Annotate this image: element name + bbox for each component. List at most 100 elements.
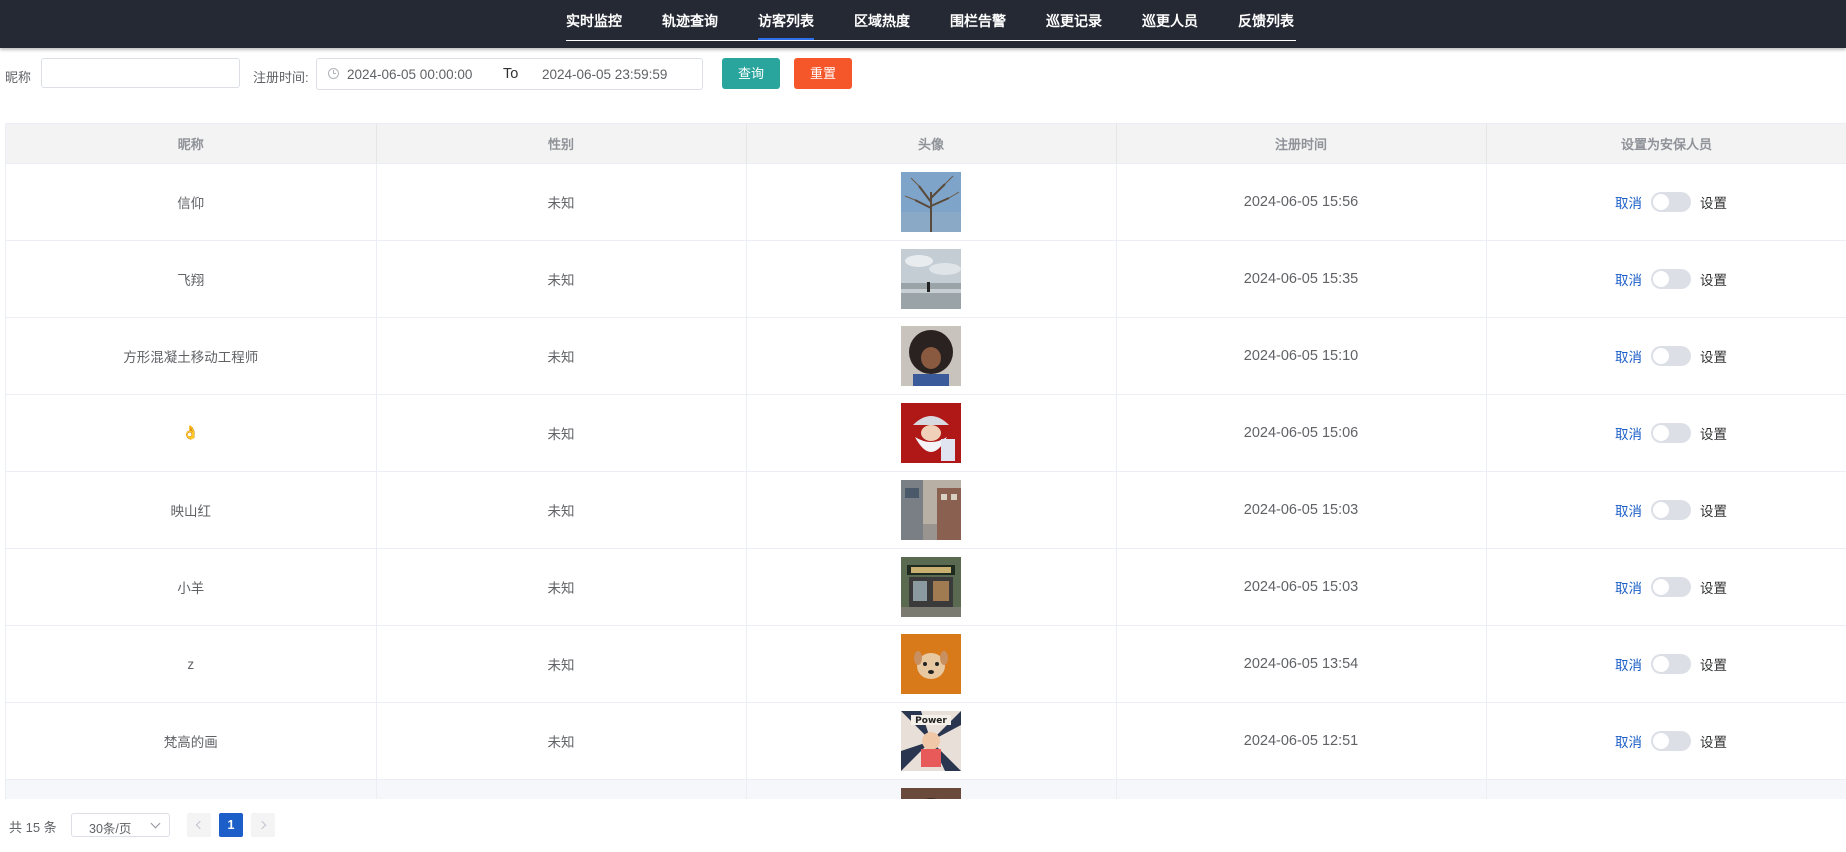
- cell-avatar: [746, 779, 1117, 799]
- set-security-link[interactable]: 设置: [1700, 654, 1727, 674]
- security-toggle-switch[interactable]: [1651, 346, 1691, 366]
- avatar: [901, 557, 961, 617]
- cell-security-actions: [1486, 779, 1846, 799]
- cancel-security-link[interactable]: 取消: [1615, 192, 1642, 212]
- avatar: [901, 634, 961, 694]
- page-number-current[interactable]: 1: [219, 813, 243, 837]
- security-toggle-switch[interactable]: [1651, 192, 1691, 212]
- prev-page-button[interactable]: [187, 813, 211, 837]
- next-page-button[interactable]: [251, 813, 275, 837]
- cell-avatar: [746, 240, 1117, 318]
- security-toggle-switch[interactable]: [1651, 269, 1691, 289]
- cell-gender: 未知: [376, 163, 747, 241]
- range-start[interactable]: 2024-06-05 00:00:00: [347, 67, 472, 82]
- cancel-security-link[interactable]: 取消: [1615, 731, 1642, 751]
- set-security-link[interactable]: 设置: [1700, 346, 1727, 366]
- avatar: Power: [901, 711, 961, 771]
- chevron-right-icon: [257, 820, 267, 830]
- cell-security-actions: 取消 设置: [1486, 394, 1846, 472]
- nav-item-patrol-records[interactable]: 巡更记录: [1046, 11, 1102, 35]
- cell-avatar: [746, 471, 1117, 549]
- security-toggle-switch[interactable]: [1651, 423, 1691, 443]
- table-header-row: 昵称 性别 头像 注册时间 设置为安保人员: [6, 123, 1846, 164]
- nav-item-visitor-list[interactable]: 访客列表: [758, 11, 814, 40]
- table-body: 信仰 未知 2024-06-05 15:56 取消 设置 飞翔 未知 2024-06-05 1…: [6, 163, 1846, 799]
- cancel-security-link[interactable]: 取消: [1615, 423, 1642, 443]
- top-nav-bar: 实时监控 轨迹查询 访客列表 区域热度 围栏告警 巡更记录 巡更人员 反馈列表: [0, 0, 1846, 48]
- cell-gender: [376, 779, 747, 799]
- cancel-security-link[interactable]: 取消: [1615, 269, 1642, 289]
- cell-security-actions: 取消 设置: [1486, 240, 1846, 318]
- column-header-avatar: 头像: [746, 123, 1117, 164]
- total-count: 共 15 条: [9, 820, 57, 835]
- set-security-link[interactable]: 设置: [1700, 731, 1727, 751]
- cell-register-time: 2024-06-05 13:54: [1116, 625, 1487, 703]
- cell-register-time: 2024-06-05 15:35: [1116, 240, 1487, 318]
- cell-register-time: 2024-06-05 15:03: [1116, 548, 1487, 626]
- cell-gender: 未知: [376, 471, 747, 549]
- cancel-security-link[interactable]: 取消: [1615, 577, 1642, 597]
- column-header-gender: 性别: [376, 123, 747, 164]
- cell-nickname: 方形混凝土移动工程师: [6, 317, 377, 395]
- column-header-nickname: 昵称: [6, 123, 377, 164]
- cell-avatar: [746, 548, 1117, 626]
- cell-nickname: [6, 779, 377, 799]
- nav-item-realtime-monitor[interactable]: 实时监控: [566, 11, 622, 35]
- nickname-label: 昵称: [5, 70, 32, 85]
- avatar: [901, 249, 961, 309]
- cancel-security-link[interactable]: 取消: [1615, 500, 1642, 520]
- cell-nickname: 映山红: [6, 471, 377, 549]
- visitor-table: 昵称 性别 头像 注册时间 设置为安保人员 信仰 未知 2024-06-05 15:…: [5, 123, 1846, 799]
- cell-security-actions: 取消 设置: [1486, 471, 1846, 549]
- nav-item-feedback-list[interactable]: 反馈列表: [1238, 11, 1294, 35]
- range-end[interactable]: 2024-06-05 23:59:59: [542, 67, 667, 82]
- security-toggle-switch[interactable]: [1651, 500, 1691, 520]
- table-row: 映山红 未知 2024-06-05 15:03 取消 设置: [6, 471, 1846, 549]
- cell-register-time: 2024-06-05 12:51: [1116, 702, 1487, 780]
- set-security-link[interactable]: 设置: [1700, 577, 1727, 597]
- set-security-link[interactable]: 设置: [1700, 423, 1727, 443]
- set-security-link[interactable]: 设置: [1700, 500, 1727, 520]
- cell-avatar: [746, 394, 1117, 472]
- cell-security-actions: 取消 设置: [1486, 625, 1846, 703]
- security-toggle-switch[interactable]: [1651, 731, 1691, 751]
- chevron-left-icon: [195, 820, 205, 830]
- column-header-register-time: 注册时间: [1116, 123, 1487, 164]
- range-separator: To: [503, 66, 519, 82]
- nav-item-area-heat[interactable]: 区域热度: [854, 11, 910, 35]
- avatar: [901, 480, 961, 540]
- cell-nickname: 信仰: [6, 163, 377, 241]
- set-security-link[interactable]: 设置: [1700, 192, 1727, 212]
- avatar: [901, 403, 961, 463]
- cell-register-time: 2024-06-05 15:10: [1116, 317, 1487, 395]
- table-row: 梵高的画 未知 Power 2024-06-05 12:51 取消 设置: [6, 702, 1846, 780]
- table-row: z 未知 2024-06-05 13:54 取消 设置: [6, 625, 1846, 703]
- cell-gender: 未知: [376, 240, 747, 318]
- table-row: 方形混凝土移动工程师 未知 2024-06-05 15:10 取消 设置: [6, 317, 1846, 395]
- table-row: [6, 779, 1846, 799]
- cell-gender: 未知: [376, 548, 747, 626]
- nav-item-patrol-staff[interactable]: 巡更人员: [1142, 11, 1198, 35]
- nav-item-track-query[interactable]: 轨迹查询: [662, 11, 718, 35]
- reset-button[interactable]: 重置: [794, 58, 852, 89]
- nickname-input[interactable]: [41, 58, 240, 88]
- avatar: [901, 172, 961, 232]
- cell-register-time: [1116, 779, 1487, 799]
- cancel-security-link[interactable]: 取消: [1615, 654, 1642, 674]
- cell-gender: 未知: [376, 702, 747, 780]
- page-size-select[interactable]: 30条/页: [71, 813, 170, 837]
- security-toggle-switch[interactable]: [1651, 654, 1691, 674]
- svg-text:Power: Power: [915, 716, 947, 726]
- page-size-value: 30条/页: [89, 822, 132, 836]
- set-security-link[interactable]: 设置: [1700, 269, 1727, 289]
- date-range-picker[interactable]: 2024-06-05 00:00:00 To 2024-06-05 23:59:…: [316, 58, 703, 90]
- nav-item-fence-alarm[interactable]: 围栏告警: [950, 11, 1006, 35]
- register-time-label: 注册时间:: [253, 70, 309, 85]
- cell-gender: 未知: [376, 394, 747, 472]
- cell-avatar: [746, 625, 1117, 703]
- cell-nickname: 小羊: [6, 548, 377, 626]
- query-button[interactable]: 查询: [722, 58, 780, 89]
- cell-avatar: [746, 317, 1117, 395]
- security-toggle-switch[interactable]: [1651, 577, 1691, 597]
- cancel-security-link[interactable]: 取消: [1615, 346, 1642, 366]
